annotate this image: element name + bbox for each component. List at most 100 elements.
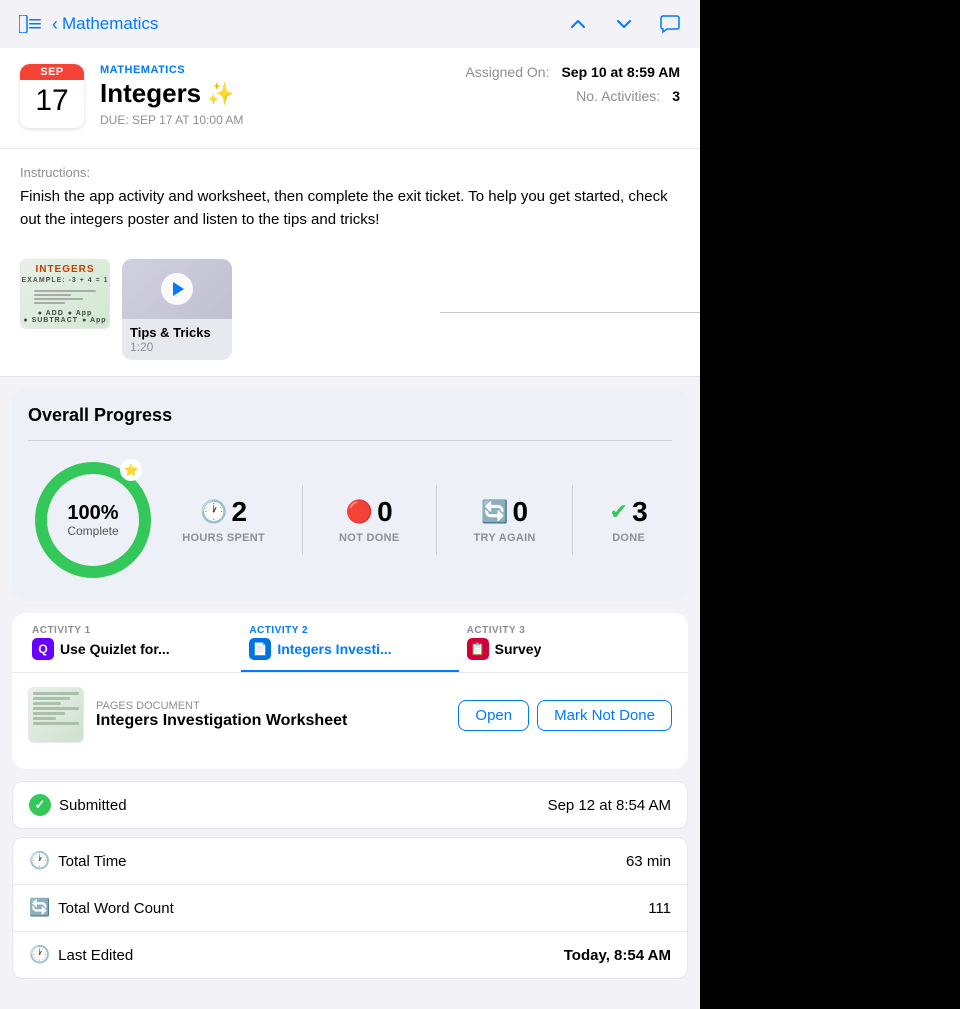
done-check-icon: ✔ (610, 499, 628, 525)
due-date: DUE: SEP 17 AT 10:00 AM (100, 113, 449, 127)
word-count-icon: 🔄 (29, 898, 50, 918)
hours-spent-stat: 🕐 2 HOURS SPENT (170, 496, 277, 544)
progress-title: Overall Progress (28, 405, 672, 426)
tab2-icon-row: 📄 Integers Investi... (249, 638, 391, 660)
video-thumbnail (122, 259, 232, 319)
instructions-label: Instructions: (20, 165, 680, 180)
donut-center: 100% Complete (67, 502, 118, 538)
word-count-row: 🔄 Total Word Count 111 (13, 885, 687, 932)
play-button[interactable] (161, 273, 193, 305)
play-triangle-icon (173, 282, 184, 296)
back-chevron-icon: ‹ (52, 14, 58, 35)
donut-chart: 100% Complete ⭐ (28, 455, 158, 585)
tab-activity-2[interactable]: ACTIVITY 2 📄 Integers Investi... (241, 613, 458, 672)
clock-icon: 🕐 (200, 499, 227, 525)
hours-spent-top: 🕐 2 (200, 496, 247, 528)
word-count-label: Total Word Count (58, 900, 174, 917)
last-edited-value: Today, 8:54 AM (564, 947, 671, 964)
open-button[interactable]: Open (458, 700, 529, 731)
tab2-num: ACTIVITY 2 (249, 625, 308, 636)
hours-label: HOURS SPENT (182, 532, 265, 544)
assignment-header: SEP 17 MATHEMATICS Integers ✨ DUE: SEP 1… (0, 48, 700, 149)
divider (440, 312, 700, 313)
back-label: Mathematics (62, 14, 158, 34)
video-title: Tips & Tricks (130, 325, 224, 340)
not-done-label: NOT DONE (339, 532, 399, 544)
activity-content: PAGES DOCUMENT Integers Investigation Wo… (12, 673, 688, 769)
nav-left: ‹ Mathematics (16, 10, 158, 38)
cal-month: SEP (20, 64, 84, 80)
tab-activity-3[interactable]: ACTIVITY 3 📋 Survey (459, 613, 676, 672)
up-arrow-button[interactable] (564, 10, 592, 38)
instructions-text: Finish the app activity and worksheet, t… (20, 186, 680, 231)
progress-section: Overall Progress 100% Complete ⭐ (12, 389, 688, 601)
total-time-label: Total Time (58, 853, 126, 870)
assignment-info: MATHEMATICS Integers ✨ DUE: SEP 17 AT 10… (100, 64, 449, 127)
total-time-row: 🕐 Total Time 63 min (13, 838, 687, 885)
try-again-top: 🔄 0 (481, 496, 528, 528)
stat-divider-2 (436, 485, 437, 555)
no-activities-value: 3 (672, 88, 680, 104)
no-activities-row: No. Activities: 3 (465, 88, 680, 104)
assigned-on-label: Assigned On: (465, 64, 549, 80)
stat-divider-1 (302, 485, 303, 555)
down-arrow-button[interactable] (610, 10, 638, 38)
try-again-icon: 🔄 (481, 499, 508, 525)
hours-num: 2 (232, 496, 248, 528)
word-count-value: 111 (648, 900, 671, 917)
done-stat: ✔ 3 DONE (598, 496, 660, 544)
stat-rows: 🕐 Total Time 63 min 🔄 Total Word Count 1… (12, 837, 688, 979)
not-done-icon: 🔴 (346, 499, 373, 525)
bottom-space (0, 979, 700, 1009)
activities-section: ACTIVITY 1 Q Use Quizlet for... ACTIVITY… (12, 613, 688, 769)
assignment-title: Integers ✨ (100, 78, 449, 109)
sidebar-toggle-button[interactable] (16, 10, 44, 38)
last-edited-row: 🕐 Last Edited Today, 8:54 AM (13, 932, 687, 978)
tab1-icon-row: Q Use Quizlet for... (32, 638, 170, 660)
stats-grid: 🕐 2 HOURS SPENT 🔴 0 NOT DONE 🔄 (158, 485, 672, 555)
not-done-num: 0 (377, 496, 393, 528)
tab1-title: Use Quizlet for... (60, 641, 170, 657)
cal-day: 17 (35, 80, 68, 119)
not-done-top: 🔴 0 (346, 496, 393, 528)
document-row: PAGES DOCUMENT Integers Investigation Wo… (28, 687, 672, 743)
instructions-section: Instructions: Finish the app activity an… (0, 149, 700, 247)
assigned-on-value: Sep 10 at 8:59 AM (561, 64, 680, 80)
progress-stats: 100% Complete ⭐ 🕐 2 HOURS SPENT 🔴 (28, 455, 672, 585)
submitted-check-icon: ✓ (29, 794, 51, 816)
no-activities-label: No. Activities: (576, 88, 660, 104)
assigned-on-row: Assigned On: Sep 10 at 8:59 AM (465, 64, 680, 80)
submitted-time: Sep 12 at 8:54 AM (548, 797, 671, 814)
tab3-icon-row: 📋 Survey (467, 638, 542, 660)
video-info: Tips & Tricks 1:20 (122, 319, 232, 360)
done-label: DONE (612, 532, 645, 544)
submitted-left: ✓ Submitted (29, 794, 127, 816)
calendar-icon: SEP 17 (20, 64, 84, 128)
document-info: PAGES DOCUMENT Integers Investigation Wo… (96, 700, 446, 730)
try-again-stat: 🔄 0 TRY AGAIN (461, 496, 547, 544)
back-button[interactable]: ‹ Mathematics (52, 14, 158, 35)
stat-divider-3 (572, 485, 573, 555)
tab3-num: ACTIVITY 3 (467, 625, 526, 636)
quizlet-icon: Q (32, 638, 54, 660)
poster-attachment[interactable]: INTEGERS EXAMPLE: -3 + 4 = 1 ● ADD● App … (20, 259, 110, 329)
poster-title: INTEGERS (35, 264, 94, 275)
video-duration: 1:20 (130, 340, 224, 354)
poster-subtitle: EXAMPLE: -3 + 4 = 1 (21, 277, 108, 284)
try-again-num: 0 (512, 496, 528, 528)
tab3-title: Survey (495, 641, 542, 657)
nav-right (564, 10, 684, 38)
pages-icon: 📄 (249, 638, 271, 660)
video-attachment[interactable]: Tips & Tricks 1:20 (122, 259, 232, 360)
tab-activity-1[interactable]: ACTIVITY 1 Q Use Quizlet for... (24, 613, 241, 672)
comment-button[interactable] (656, 10, 684, 38)
tab1-num: ACTIVITY 1 (32, 625, 91, 636)
total-time-icon: 🕐 (29, 851, 50, 871)
activity-tabs: ACTIVITY 1 Q Use Quizlet for... ACTIVITY… (12, 613, 688, 673)
mark-not-done-button[interactable]: Mark Not Done (537, 700, 672, 731)
done-top: ✔ 3 (610, 496, 648, 528)
done-num: 3 (632, 496, 648, 528)
sparkle-icon: ✨ (207, 81, 234, 107)
doc-actions: Open Mark Not Done (458, 700, 672, 731)
last-edited-label: Last Edited (58, 947, 133, 964)
